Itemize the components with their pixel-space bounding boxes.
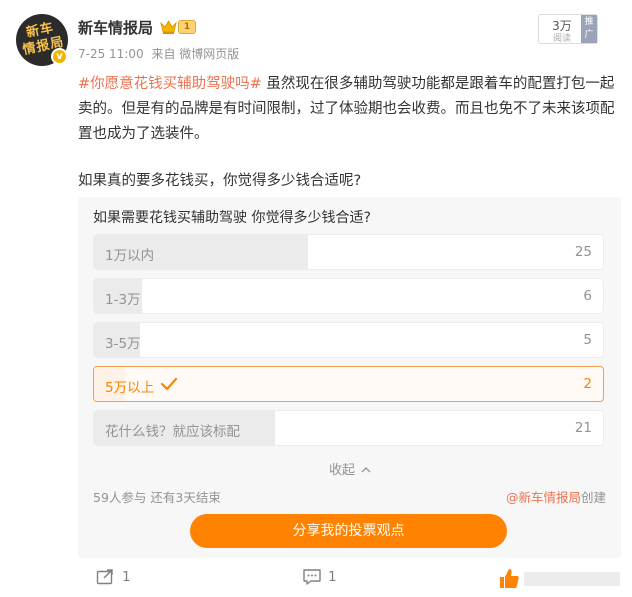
view-label: 阅读 xyxy=(552,34,571,44)
comment-icon xyxy=(303,569,321,585)
poll-option-count: 25 xyxy=(574,244,592,260)
post-text: #你愿意花钱买辅助驾驶吗# 虽然现在很多辅助驾驶功能都是跟着车的配置打包一起卖的… xyxy=(78,72,618,147)
poll-title: 如果需要花钱买辅助驾驶 你觉得多少钱合适? xyxy=(93,210,371,226)
comment-count: 1 xyxy=(328,569,337,585)
verified-badge-icon: v xyxy=(51,48,68,65)
crown-icon xyxy=(160,20,177,34)
poll-option[interactable]: 1-3万 6 xyxy=(93,278,604,314)
poll-option-label: 1-3万 xyxy=(105,292,141,308)
poll-option[interactable]: 3-5万 5 xyxy=(93,322,604,358)
promote-button[interactable]: 推广 xyxy=(581,15,597,43)
share-vote-button[interactable]: 分享我的投票观点 xyxy=(190,514,507,548)
checkmark-icon xyxy=(160,377,178,391)
poll-option-count: 6 xyxy=(583,288,592,304)
poll-option-count: 21 xyxy=(574,420,592,436)
hashtag-link[interactable]: #你愿意花钱买辅助驾驶吗# xyxy=(78,76,262,92)
author-name[interactable]: 新车情报局 xyxy=(78,17,153,38)
collapse-button[interactable]: 收起 xyxy=(329,459,371,478)
poll-option-selected[interactable]: 5万以上 2 xyxy=(93,366,604,402)
post-question: 如果真的要多花钱买，你觉得多少钱合适呢? xyxy=(78,173,362,189)
post-time[interactable]: 7-25 11:00 xyxy=(78,47,144,61)
member-level-badge[interactable]: 1 xyxy=(178,20,196,34)
poll-option[interactable]: 1万以内 25 xyxy=(93,234,604,270)
poll-option-count: 5 xyxy=(583,332,592,348)
poll-option-label: 5万以上 xyxy=(105,380,155,396)
poll-option-label: 3-5万 xyxy=(105,336,141,352)
post-meta: 7-25 11:00 来自 微博网页版 xyxy=(78,45,243,62)
repost-icon xyxy=(96,569,113,585)
chevron-up-icon xyxy=(361,467,371,473)
poll-option[interactable]: 花什么钱？就应该标配 21 xyxy=(93,410,604,446)
creator-handle-link[interactable]: @新车情报局 xyxy=(506,490,581,505)
collapse-label: 收起 xyxy=(329,463,356,478)
poll-option-label: 花什么钱？就应该标配 xyxy=(105,424,240,440)
post-source: 来自 微博网页版 xyxy=(151,47,240,61)
view-count-box: 3万 阅读 推广 xyxy=(538,14,598,44)
poll-creator: @新车情报局创建 xyxy=(506,487,606,506)
poll-option-count: 2 xyxy=(583,376,592,392)
poll-card: 如果需要花钱买辅助驾驶 你觉得多少钱合适? 1万以内 25 1-3万 6 3-5… xyxy=(78,197,621,558)
repost-count: 1 xyxy=(122,569,131,585)
creator-suffix: 创建 xyxy=(580,490,606,505)
poll-participants: 59人参与 还有3天结束 xyxy=(93,490,221,505)
like-icon[interactable] xyxy=(496,566,626,592)
poll-option-label: 1万以内 xyxy=(105,248,155,264)
